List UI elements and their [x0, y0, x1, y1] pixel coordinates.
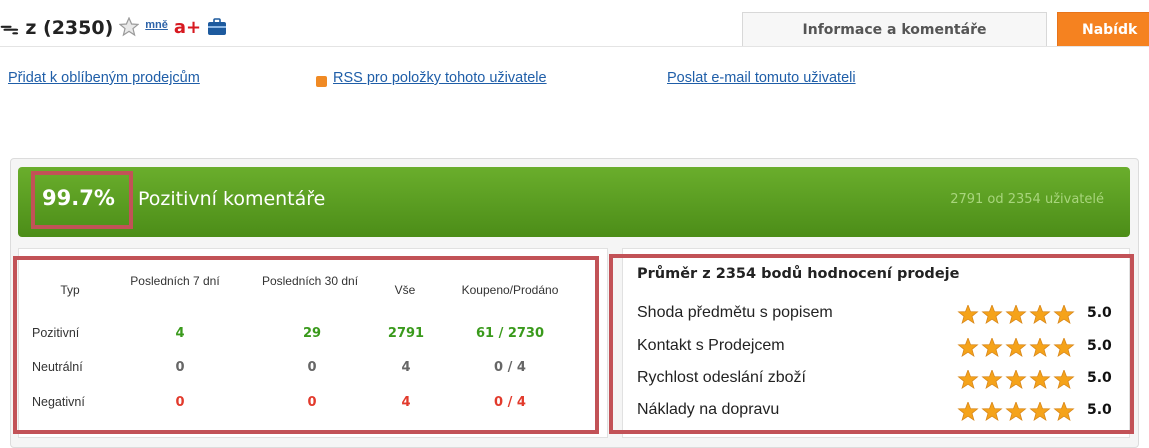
tab-info-comments[interactable]: Informace a komentáře [742, 12, 1047, 46]
rss-icon [316, 73, 330, 91]
highlight-frame-ratings [609, 254, 1134, 434]
star-outline-icon[interactable] [119, 17, 140, 37]
positive-label: Pozitivní komentáře [138, 188, 326, 210]
user-title: ᯓ z (2350) mně a+ [0, 10, 227, 44]
email-link[interactable]: Poslat e-mail tomuto uživateli [667, 70, 856, 86]
add-favorite-link[interactable]: Přidat k oblíbeným prodejcům [8, 70, 200, 86]
highlight-frame-table [13, 256, 599, 434]
me-badge[interactable]: mně [145, 19, 168, 31]
briefcase-icon[interactable] [207, 18, 227, 36]
highlight-frame-percent [31, 171, 133, 229]
rss-link[interactable]: RSS pro položky tohoto uživatele [333, 70, 547, 86]
tab-divider [0, 46, 1149, 47]
aplus-badge[interactable]: a+ [174, 17, 201, 38]
tab-offers[interactable]: Nabídk [1057, 12, 1149, 46]
feedback-count: 2791 od 2354 uživatelé [950, 192, 1104, 207]
user-name: ᯓ z (2350) [0, 17, 114, 39]
